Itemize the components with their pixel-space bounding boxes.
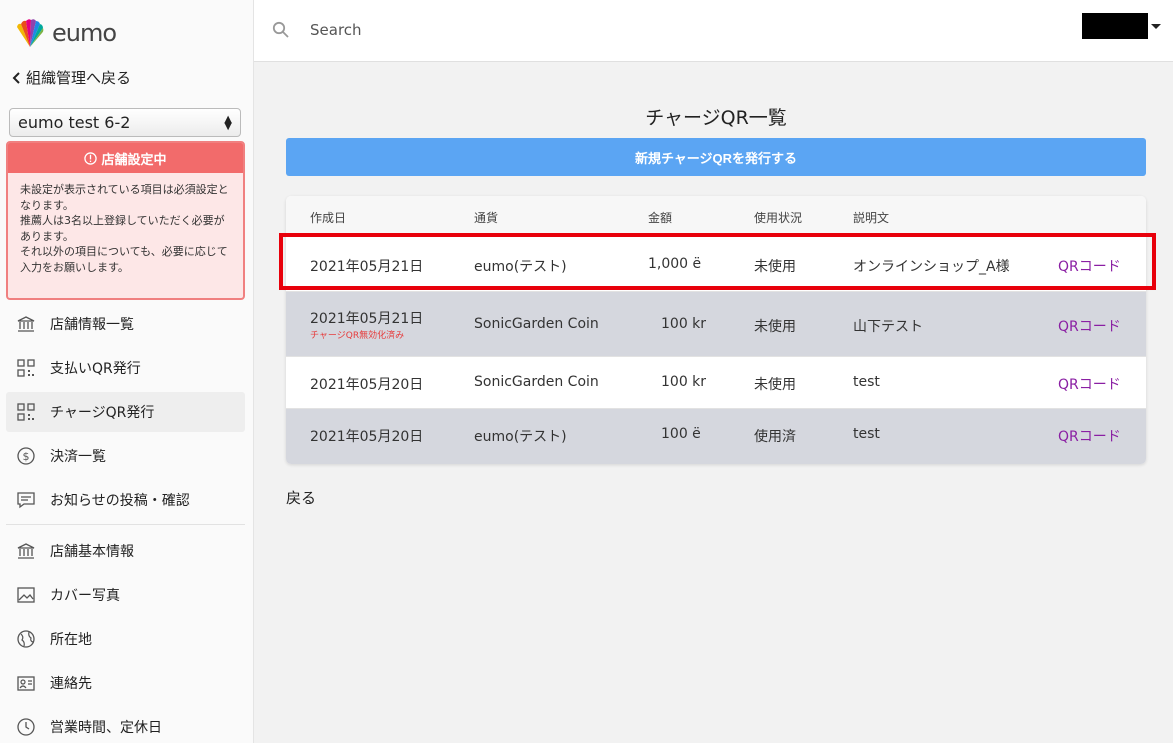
store-setup-alert: 店舗設定中 未設定が表示されている項目は必須設定となります。 推薦人は3名以上登…: [6, 141, 245, 300]
eumo-logo-icon: [17, 19, 44, 47]
caret-down-icon[interactable]: [1151, 24, 1161, 29]
issue-charge-qr-button[interactable]: 新規チャージQRを発行する: [286, 138, 1146, 176]
top-bar: [254, 0, 1173, 62]
column-header-amount: 金額: [648, 211, 673, 225]
sidebar-item-contact[interactable]: 連絡先: [6, 663, 245, 703]
store-select[interactable]: eumo test 6-2 ▲ ▼: [9, 108, 241, 137]
search-input[interactable]: [310, 18, 910, 42]
alert-line: それ以外の項目についても、必要に応じて入力をお願いします。: [20, 245, 228, 274]
back-to-organization-link[interactable]: 組織管理へ戻る: [10, 67, 131, 88]
row-currency: SonicGarden Coin: [474, 316, 599, 332]
sidebar-item-label: 営業時間、定休日: [50, 720, 162, 736]
row-description: test: [853, 426, 880, 442]
row-date: 2021年05月21日: [310, 259, 424, 275]
message-icon: [16, 490, 36, 510]
table-row: 2021年05月20日 SonicGarden Coin 100 kr 未使用 …: [286, 356, 1146, 408]
dollar-icon: $: [16, 446, 36, 466]
store-select-value: eumo test 6-2: [18, 113, 131, 132]
column-header-description: 説明文: [853, 211, 890, 225]
sidebar-item-business-hours[interactable]: 営業時間、定休日: [6, 707, 245, 743]
sidebar-item-notices[interactable]: お知らせの投稿・確認: [6, 480, 245, 520]
column-header-currency: 通貨: [474, 211, 499, 225]
alert-body: 未設定が表示されている項目は必須設定となります。 推薦人は3名以上登録していただ…: [8, 173, 243, 275]
sidebar-item-label: 支払いQR発行: [50, 361, 141, 377]
charge-qr-table: 作成日 通貨 金額 使用状況 説明文 2021年05月21日 eumo(テスト)…: [286, 196, 1146, 464]
select-arrows-icon: ▲ ▼: [224, 113, 232, 132]
row-status: 未使用: [754, 319, 796, 335]
table-header: 作成日 通貨 金額 使用状況 説明文: [286, 196, 1146, 236]
row-date: 2021年05月20日: [310, 377, 424, 393]
back-to-organization-label: 組織管理へ戻る: [26, 69, 132, 87]
row-description: オンラインショップ_A様: [853, 259, 1010, 275]
sidebar-item-label: お知らせの投稿・確認: [50, 493, 190, 509]
info-icon: [84, 151, 98, 165]
sidebar-item-location[interactable]: 所在地: [6, 619, 245, 659]
sidebar-item-label: カバー写真: [50, 588, 120, 604]
bank-icon: [16, 541, 36, 561]
row-status: 未使用: [754, 259, 796, 275]
qr-icon: [16, 402, 36, 422]
sidebar-item-payments[interactable]: $ 決済一覧: [6, 436, 245, 476]
row-status: 未使用: [754, 377, 796, 393]
row-description: 山下テスト: [853, 319, 923, 335]
sidebar-item-label: 店舗情報一覧: [50, 317, 134, 333]
chevron-left-icon: [12, 71, 20, 84]
qr-icon: [16, 358, 36, 378]
sidebar-item-store-list[interactable]: 店舗情報一覧: [6, 304, 245, 344]
row-amount: 100 kr: [661, 316, 707, 332]
row-currency: eumo(テスト): [474, 259, 567, 275]
row-date: 2021年05月21日: [310, 311, 424, 327]
main-content: チャージQR一覧 新規チャージQRを発行する 作成日 通貨 金額 使用状況 説明…: [254, 63, 1173, 743]
contact-card-icon: [16, 673, 36, 693]
row-currency: eumo(テスト): [474, 429, 567, 445]
sidebar-item-charge-qr[interactable]: チャージQR発行: [6, 392, 245, 432]
sidebar-item-label: 決済一覧: [50, 449, 106, 465]
row-date: 2021年05月20日: [310, 429, 424, 445]
qr-code-link[interactable]: QRコード: [1058, 374, 1121, 394]
row-description: test: [853, 374, 880, 390]
nav-divider: [6, 524, 245, 525]
qr-code-link[interactable]: QRコード: [1058, 426, 1121, 446]
sidebar-item-cover-photo[interactable]: カバー写真: [6, 575, 245, 615]
alert-line: 未設定が表示されている項目は必須設定となります。: [20, 183, 229, 212]
column-header-date: 作成日: [310, 211, 347, 225]
row-status: 使用済: [754, 429, 796, 445]
globe-icon: [16, 629, 36, 649]
table-row: 2021年05月21日 チャージQR無効化済み SonicGarden Coin…: [286, 291, 1146, 356]
page-title: チャージQR一覧: [645, 107, 787, 129]
sidebar-item-label: 連絡先: [50, 676, 92, 692]
alert-line: 推薦人は3名以上登録していただく必要があります。: [20, 214, 225, 243]
sidebar-item-label: 店舗基本情報: [50, 544, 134, 560]
row-amount: 1,000 ë: [648, 256, 702, 272]
bank-icon: [16, 314, 36, 334]
sidebar-item-store-basic-info[interactable]: 店舗基本情報: [6, 531, 245, 571]
sidebar: eumo 組織管理へ戻る eumo test 6-2 ▲ ▼ 店舗設定中 未設定が…: [0, 0, 254, 743]
sidebar-item-label: 所在地: [50, 632, 92, 648]
user-menu[interactable]: [1082, 13, 1148, 39]
sidebar-nav: 店舗情報一覧 支払いQR発行 チャージQR発行 $ 決済一覧 お知らせの投稿・確…: [6, 304, 245, 743]
alert-title: 店舗設定中: [101, 152, 167, 168]
row-amount: 100 ë: [661, 426, 701, 442]
sidebar-item-label: チャージQR発行: [50, 405, 155, 421]
row-currency: SonicGarden Coin: [474, 374, 599, 390]
table-row: 2021年05月21日 eumo(テスト) 1,000 ë 未使用 オンラインシ…: [286, 236, 1146, 291]
logo-text: eumo: [52, 19, 117, 47]
row-amount: 100 kr: [661, 374, 707, 390]
clock-icon: [16, 717, 36, 737]
back-button[interactable]: 戻る: [286, 487, 316, 508]
column-header-status: 使用状況: [754, 211, 803, 225]
eumo-logo[interactable]: eumo: [14, 16, 117, 50]
alert-header: 店舗設定中: [8, 143, 243, 173]
svg-text:$: $: [23, 450, 30, 463]
table-row: 2021年05月20日 eumo(テスト) 100 ë 使用済 test QRコ…: [286, 408, 1146, 464]
row-invalidated-note: チャージQR無効化済み: [310, 331, 405, 341]
qr-code-link[interactable]: QRコード: [1058, 316, 1121, 336]
image-icon: [16, 585, 36, 605]
qr-code-link[interactable]: QRコード: [1058, 256, 1121, 276]
search-icon: [272, 21, 289, 38]
sidebar-item-payment-qr[interactable]: 支払いQR発行: [6, 348, 245, 388]
